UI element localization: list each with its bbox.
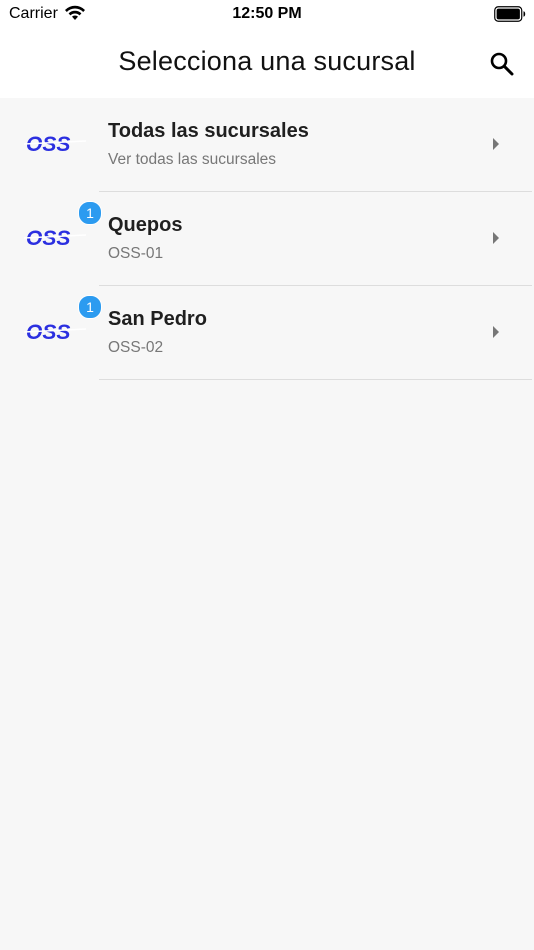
- branch-item-quepos[interactable]: OSS 1 Quepos OSS-01: [0, 192, 534, 286]
- search-icon: [490, 52, 514, 76]
- battery-icon: [494, 6, 526, 22]
- branch-subtitle: Ver todas las sucursales: [108, 151, 277, 168]
- svg-text:OSS: OSS: [26, 227, 70, 250]
- oss-logo: OSS: [24, 321, 86, 344]
- svg-text:OSS: OSS: [26, 321, 70, 344]
- clock: 12:50 PM: [232, 5, 302, 22]
- page-title: Selecciona una sucursal: [118, 46, 416, 76]
- branch-subtitle: OSS-02: [108, 339, 164, 356]
- oss-logo: OSS: [24, 227, 86, 250]
- branch-title: Quepos: [108, 214, 183, 236]
- chevron-right-icon: [493, 326, 499, 338]
- branch-item-san-pedro[interactable]: OSS 1 San Pedro OSS-02: [0, 286, 534, 380]
- branch-item-todas[interactable]: OSS Todas las sucursales Ver todas las s…: [0, 98, 534, 192]
- branch-subtitle: OSS-01: [108, 245, 164, 262]
- chevron-right-icon: [493, 232, 499, 244]
- branch-title: Todas las sucursales: [108, 120, 309, 142]
- divider: [99, 379, 532, 380]
- svg-text:OSS: OSS: [26, 133, 70, 156]
- oss-logo: OSS: [24, 133, 86, 156]
- notification-badge: 1: [78, 295, 102, 319]
- status-bar: Carrier 12:50 PM: [0, 0, 534, 30]
- branch-list: OSS Todas las sucursales Ver todas las s…: [0, 98, 534, 380]
- app-bar: Selecciona una sucursal: [0, 30, 534, 98]
- branch-title: San Pedro: [108, 308, 207, 330]
- chevron-right-icon: [493, 138, 499, 150]
- search-button[interactable]: [486, 48, 518, 80]
- notification-badge: 1: [78, 201, 102, 225]
